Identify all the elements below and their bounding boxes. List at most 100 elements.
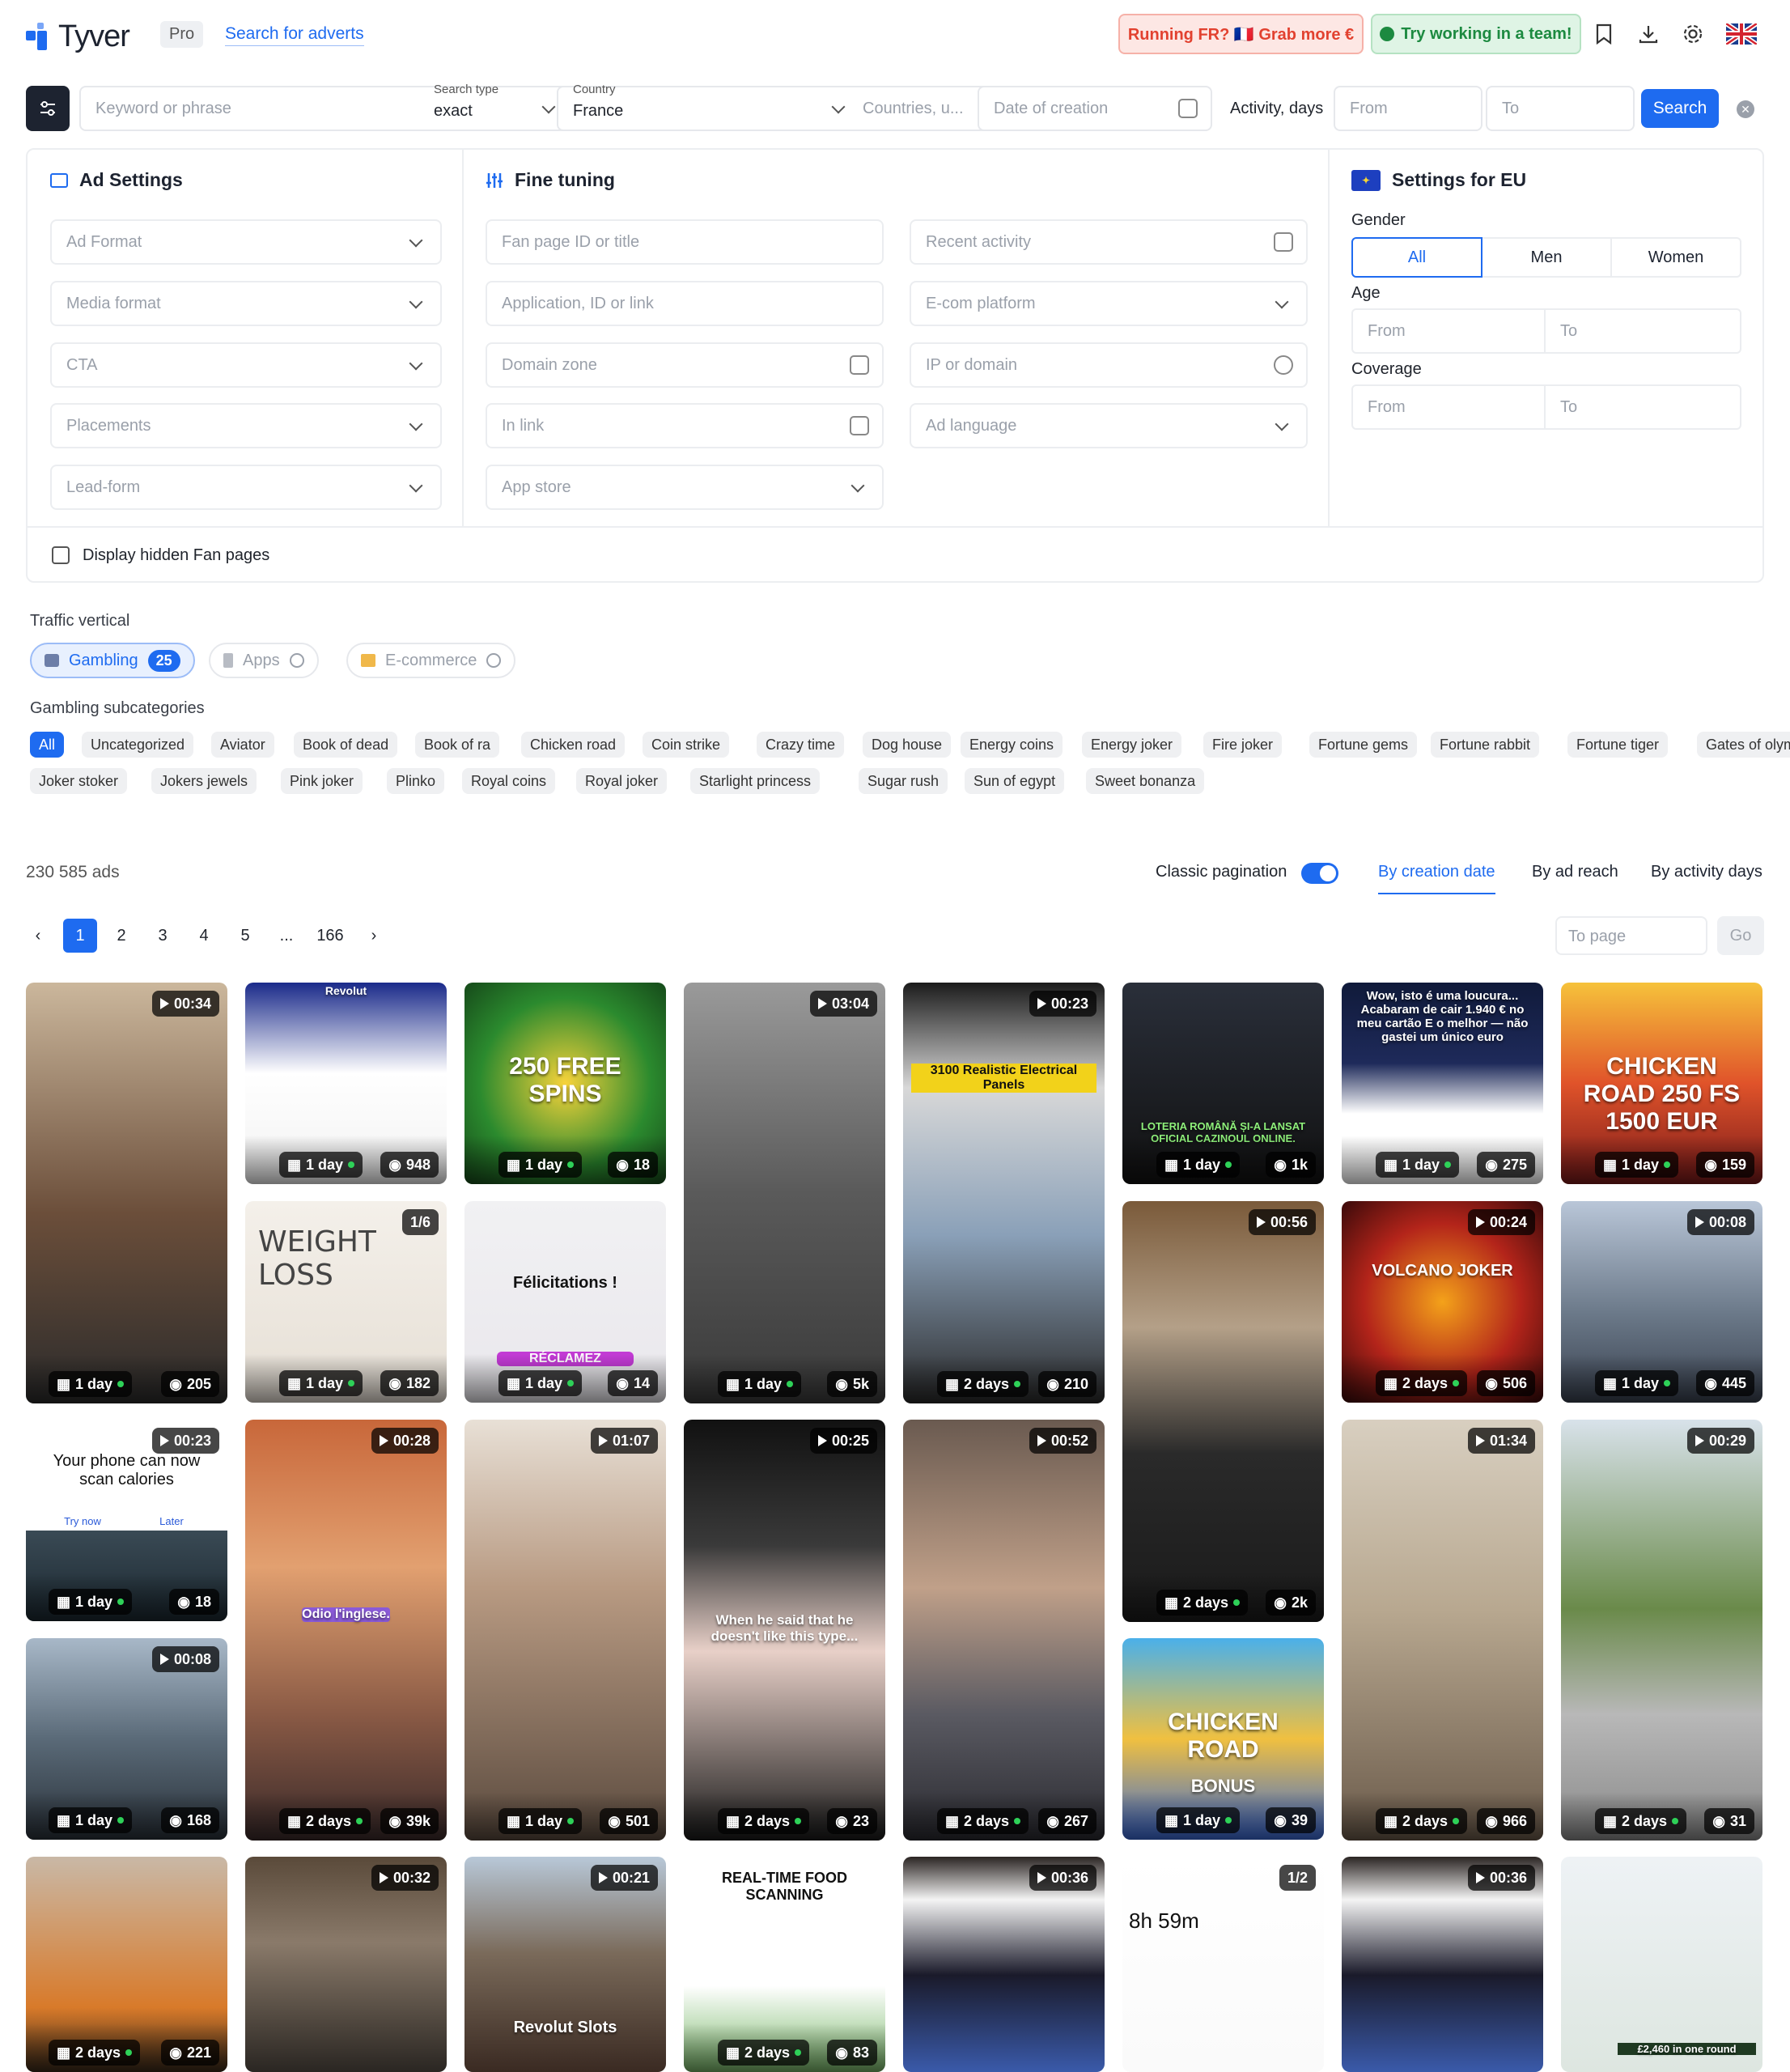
subcategory-chip[interactable]: Fire joker (1203, 732, 1283, 758)
subcategory-chip[interactable]: Sweet bonanza (1086, 768, 1205, 794)
fan-page-input[interactable]: Fan page ID or title (486, 219, 884, 265)
vertical-ecommerce[interactable]: E-commerce (346, 643, 516, 678)
subcategory-chip[interactable]: Energy joker (1082, 732, 1182, 758)
ad-card[interactable]: ▦ 2 days ◉ 221 (26, 1857, 227, 2072)
subcategory-chip[interactable]: All (30, 732, 65, 758)
team-promo-button[interactable]: Try working in a team! (1371, 14, 1581, 54)
ad-card[interactable]: Revolut ▦ 1 day ◉ 948 (245, 983, 447, 1184)
lead-form-select[interactable]: Lead-form (50, 465, 442, 510)
page-3[interactable]: 3 (146, 919, 180, 953)
recent-activity-input[interactable]: Recent activity (910, 219, 1308, 265)
ad-format-select[interactable]: Ad Format (50, 219, 442, 265)
ad-card[interactable]: 250 FREE SPINS ▦ 1 day ◉ 18 (464, 983, 666, 1184)
subcategory-chip[interactable]: Jokers jewels (151, 768, 257, 794)
ad-card[interactable]: 00:29 ▦ 2 days ◉ 31 (1561, 1420, 1762, 1841)
subcategory-chip[interactable]: Starlight princess (690, 768, 821, 794)
subcategory-chip[interactable]: Fortune rabbit (1431, 732, 1540, 758)
ad-card[interactable]: Odio l'inglese. 00:28 ▦ 2 days ◉ 39k (245, 1420, 447, 1841)
ad-card[interactable]: REAL-TIME FOOD SCANNING ▦ 2 days ◉ 83 (684, 1857, 885, 2072)
uk-flag-icon[interactable] (1725, 21, 1758, 47)
coverage-from-input[interactable]: From (1351, 384, 1546, 430)
ad-card[interactable]: 8h 59m 1/2 (1122, 1857, 1324, 2072)
next-page-icon[interactable]: › (357, 919, 391, 953)
country-select[interactable]: Country France (557, 83, 863, 131)
search-adverts-link[interactable]: Search for adverts (225, 24, 364, 46)
subcategory-chip[interactable]: Fortune tiger (1567, 732, 1669, 758)
ad-card[interactable]: VOLCANO JOKER 00:24 ▦ 2 days ◉ 506 (1342, 1201, 1543, 1403)
ad-card[interactable]: 00:56 ▦ 2 days ◉ 2k (1122, 1201, 1324, 1622)
ad-card[interactable]: 00:52 ▦ 2 days ◉ 267 (903, 1420, 1105, 1841)
date-of-creation-input[interactable]: Date of creation (978, 86, 1212, 131)
sort-by-activity-days[interactable]: By activity days (1651, 863, 1762, 881)
app-store-select[interactable]: App store (486, 465, 884, 510)
ecom-platform-select[interactable]: E-com platform (910, 281, 1308, 326)
application-input[interactable]: Application, ID or link (486, 281, 884, 326)
ad-card[interactable]: CHICKEN ROAD 250 FS 1500 EUR ▦ 1 day ◉ 159 (1561, 983, 1762, 1184)
countries-multiselect[interactable]: Countries, u... (848, 86, 994, 131)
subcategory-chip[interactable]: Sugar rush (859, 768, 948, 794)
ad-card[interactable]: 00:08 ▦ 1 day ◉ 168 (26, 1638, 227, 1840)
subcategory-chip[interactable]: Joker stoker (30, 768, 128, 794)
page-last[interactable]: 166 (312, 919, 348, 953)
search-type-select[interactable]: Search type exact (419, 83, 573, 131)
ad-card[interactable]: When he said that he doesn't like this t… (684, 1420, 885, 1841)
subcategory-chip[interactable]: Chicken road (521, 732, 626, 758)
ad-card[interactable]: 00:08 ▦ 1 day ◉ 445 (1561, 1201, 1762, 1403)
page-5[interactable]: 5 (228, 919, 262, 953)
bookmark-icon[interactable] (1591, 21, 1617, 47)
gender-women[interactable]: Women (1612, 237, 1741, 278)
vertical-gambling[interactable]: Gambling 25 (30, 643, 195, 678)
gender-all[interactable]: All (1351, 237, 1482, 278)
clear-search-icon[interactable]: ✕ (1737, 100, 1754, 118)
ip-domain-input[interactable]: IP or domain (910, 342, 1308, 388)
ad-card[interactable]: 01:34 ▦ 2 days ◉ 966 (1342, 1420, 1543, 1841)
subcategory-chip[interactable]: Royal joker (576, 768, 668, 794)
cta-select[interactable]: CTA (50, 342, 442, 388)
domain-zone-input[interactable]: Domain zone (486, 342, 884, 388)
ad-card[interactable]: £2,460 in one round (1561, 1857, 1762, 2072)
subcategory-chip[interactable]: Gates of olympus (1697, 732, 1790, 758)
vertical-apps[interactable]: Apps (209, 643, 319, 678)
subcategory-chip[interactable]: Book of dead (294, 732, 398, 758)
ad-card[interactable]: Revolut Slots 00:21 (464, 1857, 666, 2072)
page-4[interactable]: 4 (187, 919, 221, 953)
ad-card[interactable]: LOTERIA ROMÂNĂ ȘI-A LANSAT OFICIAL CAZIN… (1122, 983, 1324, 1184)
hidden-fanpages-checkbox[interactable] (52, 546, 70, 564)
activity-to-input[interactable]: To (1486, 86, 1635, 131)
promo-fr-button[interactable]: Running FR? 🇫🇷 Grab more € (1118, 14, 1364, 54)
ad-card[interactable]: Your phone can now scan calories Try now L… (26, 1420, 227, 1621)
subcategory-chip[interactable]: Crazy time (757, 732, 845, 758)
ad-card[interactable]: 00:36 (903, 1857, 1105, 2072)
ad-card[interactable]: 01:07 ▦ 1 day ◉ 501 (464, 1420, 666, 1841)
subcategory-chip[interactable]: Plinko (387, 768, 445, 794)
ad-card[interactable]: 00:32 (245, 1857, 447, 2072)
subcategory-chip[interactable]: Aviator (211, 732, 274, 758)
ad-card[interactable]: 3100 Realistic Electrical Panels 00:23 ▦ 2 … (903, 983, 1105, 1403)
placements-select[interactable]: Placements (50, 403, 442, 448)
ad-card[interactable]: 00:34 ▦ 1 day ◉ 205 (26, 983, 227, 1403)
subcategory-chip[interactable]: Uncategorized (82, 732, 194, 758)
ad-language-select[interactable]: Ad language (910, 403, 1308, 448)
search-button[interactable]: Search (1641, 89, 1719, 128)
go-button[interactable]: Go (1717, 916, 1764, 955)
subcategory-chip[interactable]: Energy coins (961, 732, 1063, 758)
subcategory-chip[interactable]: Fortune gems (1309, 732, 1418, 758)
in-link-input[interactable]: In link (486, 403, 884, 448)
subcategory-chip[interactable]: Pink joker (281, 768, 363, 794)
subcategory-chip[interactable]: Dog house (863, 732, 952, 758)
classic-pagination-toggle[interactable] (1301, 863, 1338, 884)
keyword-input[interactable]: Keyword or phrase (79, 86, 447, 131)
to-page-input[interactable]: To page (1555, 916, 1707, 955)
ad-card[interactable]: WEIGHT LOSS 1/6 ▦ 1 day ◉ 182 (245, 1201, 447, 1403)
subcategory-chip[interactable]: Coin strike (643, 732, 730, 758)
tyver-logo[interactable]: Tyver (26, 18, 130, 55)
age-to-input[interactable]: To (1544, 308, 1741, 354)
subcategory-chip[interactable]: Sun of egypt (965, 768, 1065, 794)
prev-page-icon[interactable]: ‹ (21, 919, 55, 953)
age-from-input[interactable]: From (1351, 308, 1546, 354)
subcategory-chip[interactable]: Book of ra (415, 732, 500, 758)
ad-card[interactable]: 00:36 (1342, 1857, 1543, 2072)
page-1[interactable]: 1 (63, 919, 97, 953)
media-format-select[interactable]: Media format (50, 281, 442, 326)
page-2[interactable]: 2 (104, 919, 138, 953)
